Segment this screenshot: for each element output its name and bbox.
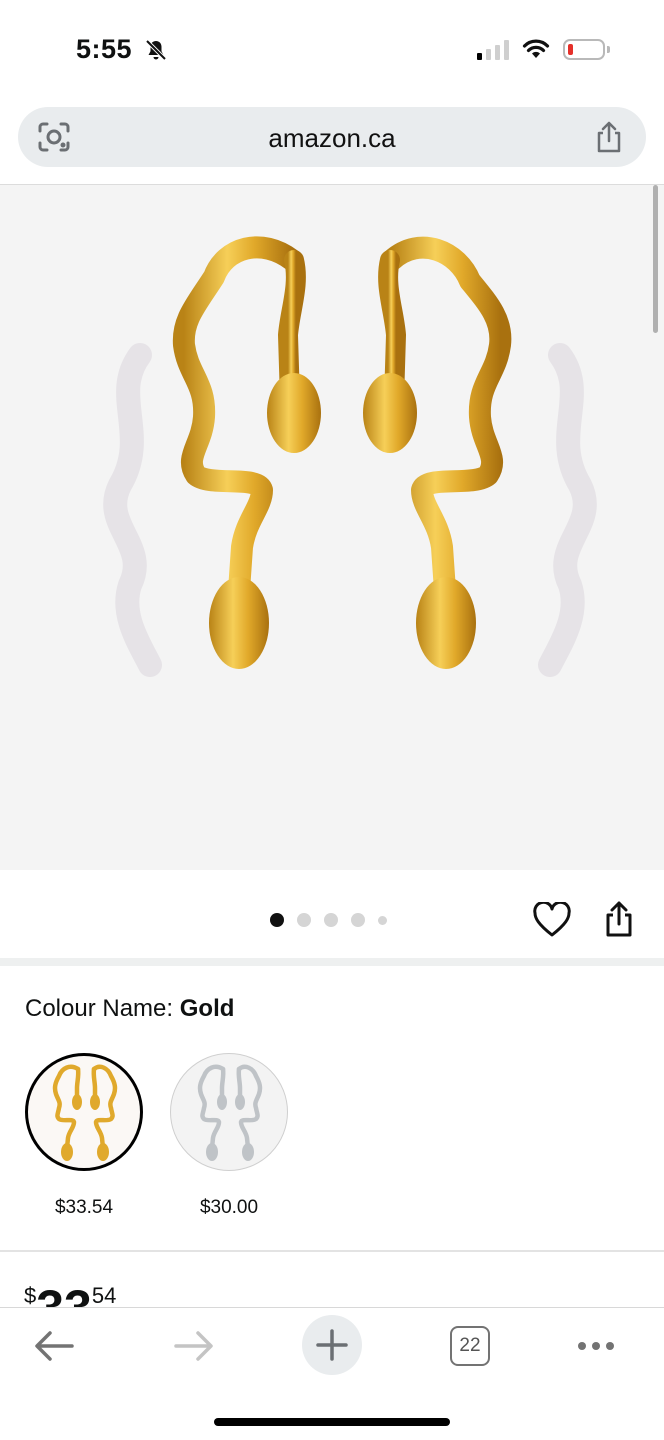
section-divider: [0, 958, 664, 966]
wifi-icon: [522, 39, 550, 58]
carousel-dots[interactable]: [270, 913, 387, 927]
forward-arrow-icon[interactable]: [172, 1328, 216, 1364]
heart-icon[interactable]: [533, 902, 571, 938]
address-bar[interactable]: amazon.ca: [18, 107, 646, 167]
colour-swatch-gold[interactable]: [25, 1053, 143, 1171]
new-tab-button[interactable]: [302, 1315, 362, 1375]
battery-icon: [563, 39, 610, 60]
carousel-dot[interactable]: [351, 913, 365, 927]
colour-name-label: Colour Name: Gold: [25, 995, 235, 1022]
status-bar: 5:55: [0, 0, 664, 100]
tabs-button[interactable]: 22: [450, 1326, 490, 1366]
gold-earrings-thumbnail: [52, 1064, 118, 1161]
cellular-signal-icon: [477, 39, 509, 60]
browser-toolbar: 22: [0, 1307, 664, 1440]
product-image[interactable]: [0, 184, 664, 870]
product-price: $3354: [24, 1283, 116, 1307]
home-indicator[interactable]: [214, 1418, 450, 1426]
back-arrow-icon[interactable]: [32, 1328, 76, 1364]
share-icon[interactable]: [594, 120, 624, 154]
selected-colour: Gold: [179, 995, 235, 1022]
url-text[interactable]: amazon.ca: [18, 123, 646, 154]
carousel-dot[interactable]: [324, 913, 338, 927]
price-fraction: 54: [91, 1283, 117, 1307]
gold-drip-earrings-image: [103, 236, 597, 677]
price-whole: 33: [36, 1283, 92, 1307]
colour-swatch-silver[interactable]: [170, 1053, 288, 1171]
section-divider: [0, 1250, 664, 1252]
colour-option-price[interactable]: $33.54: [25, 1197, 143, 1219]
plus-icon: [316, 1329, 348, 1361]
share-icon[interactable]: [603, 900, 635, 938]
silver-earrings-thumbnail: [197, 1064, 263, 1161]
carousel-dot[interactable]: [270, 913, 284, 927]
more-icon[interactable]: [578, 1342, 614, 1350]
carousel-dot[interactable]: [297, 913, 311, 927]
colour-option-price[interactable]: $30.00: [170, 1197, 288, 1219]
status-time: 5:55: [76, 34, 133, 64]
bell-slash-icon: [145, 39, 167, 61]
scrollbar[interactable]: [653, 185, 658, 333]
price-currency: $: [24, 1283, 37, 1307]
carousel-dot[interactable]: [378, 915, 387, 925]
